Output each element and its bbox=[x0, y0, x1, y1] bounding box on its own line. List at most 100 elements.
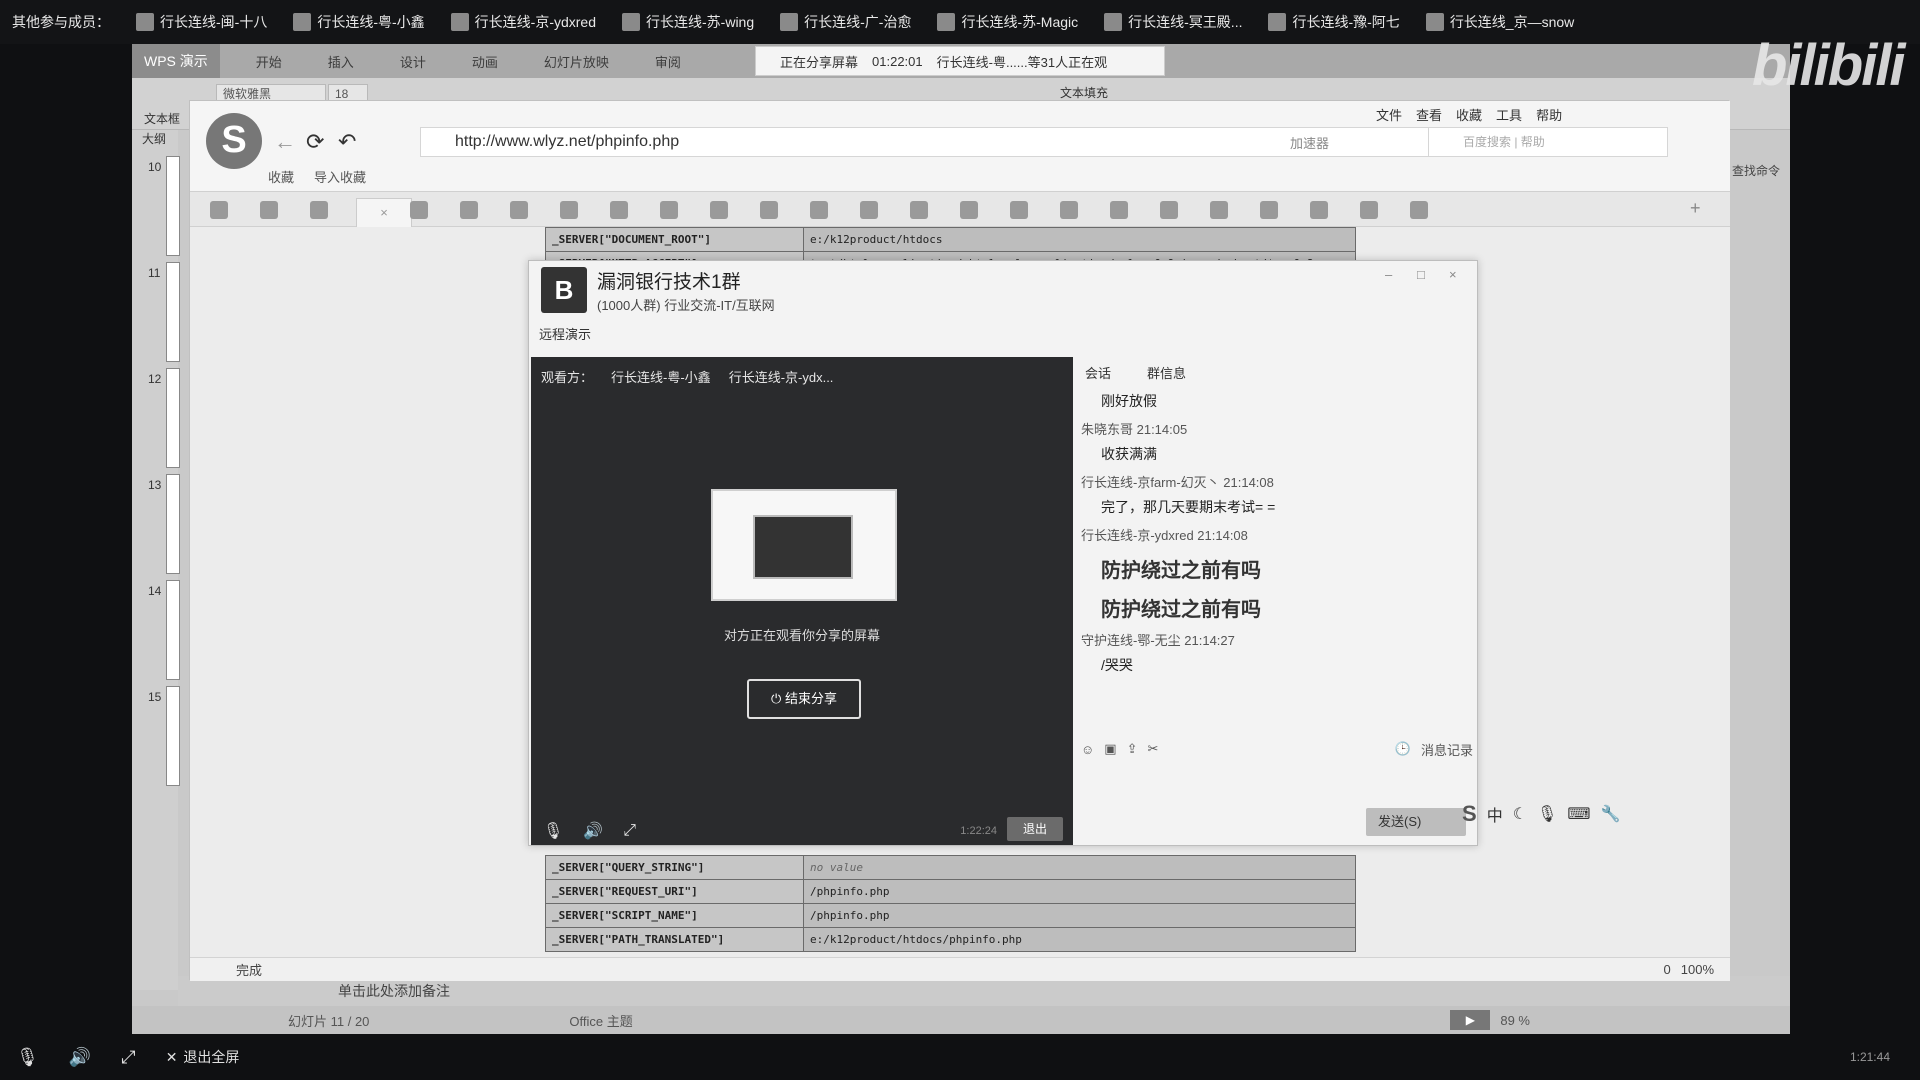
tab-icon[interactable] bbox=[1010, 201, 1028, 219]
remote-demo-menu[interactable]: 远程演示 bbox=[539, 324, 591, 343]
tab-icon[interactable] bbox=[1160, 201, 1178, 219]
text-fill-button[interactable]: 文本填充 bbox=[1060, 84, 1108, 101]
mic-icon[interactable]: 🎙 bbox=[16, 1047, 39, 1068]
wps-app-menu[interactable]: WPS 演示 bbox=[132, 44, 220, 78]
moon-icon[interactable]: ☾ bbox=[1513, 804, 1527, 824]
preview-inner bbox=[753, 515, 853, 579]
slide-thumb[interactable] bbox=[166, 156, 180, 256]
menu-favorites[interactable]: 收藏 bbox=[1456, 105, 1482, 124]
slide-thumb[interactable] bbox=[166, 474, 180, 574]
tab-animation[interactable]: 动画 bbox=[472, 52, 498, 71]
tab-review[interactable]: 审阅 bbox=[655, 52, 681, 71]
tab-icon[interactable] bbox=[1110, 201, 1128, 219]
participant-item[interactable]: 行长连线-苏-wing bbox=[622, 12, 754, 32]
participant-item[interactable]: 行长连线-豫-阿七 bbox=[1268, 12, 1400, 32]
chat-toolbar: ☺ ▣ ⇪ ✂ 🕒 消息记录 bbox=[1081, 737, 1473, 761]
page-zoom[interactable]: 100% bbox=[1681, 962, 1714, 977]
tab-icon[interactable] bbox=[560, 201, 578, 219]
tab-icon[interactable] bbox=[310, 201, 328, 219]
send-button[interactable]: 发送(S) bbox=[1366, 808, 1466, 836]
slide-thumb[interactable] bbox=[166, 262, 180, 362]
maximize-icon[interactable]: □ bbox=[1417, 267, 1425, 282]
tab-icon[interactable] bbox=[460, 201, 478, 219]
server-var-value: no value bbox=[803, 855, 1356, 880]
tab-icon[interactable] bbox=[960, 201, 978, 219]
tab-icon[interactable] bbox=[1360, 201, 1378, 219]
sogou-ime-icon[interactable]: S bbox=[1462, 801, 1477, 827]
chinese-mode-icon[interactable]: 中 bbox=[1487, 802, 1503, 826]
participant-item[interactable]: 行长连线-广-治愈 bbox=[780, 12, 911, 32]
mic-icon[interactable]: 🎙 bbox=[543, 821, 563, 841]
chat-panel: 会话 群信息 刚好放假 朱晓东哥 21:14:05 收获满满 行长连线-京far… bbox=[1075, 357, 1477, 845]
speaker-icon[interactable]: 🔊 bbox=[583, 821, 603, 841]
slideshow-play-icon[interactable]: ▶ bbox=[1450, 1010, 1491, 1030]
slide-thumb[interactable] bbox=[166, 686, 180, 786]
tab-conversation[interactable]: 会话 bbox=[1085, 363, 1111, 382]
tab-design[interactable]: 设计 bbox=[400, 52, 426, 71]
menu-view[interactable]: 查看 bbox=[1416, 105, 1442, 124]
bookmark-bar: 收藏 导入收藏 bbox=[268, 167, 366, 186]
smile-icon[interactable]: ☺ bbox=[1081, 742, 1094, 757]
participant-item[interactable]: 行长连线-粤-小鑫 bbox=[293, 12, 425, 32]
tab-icon[interactable] bbox=[1410, 201, 1428, 219]
tab-icon[interactable] bbox=[710, 201, 728, 219]
keyboard-icon[interactable]: ⌨ bbox=[1567, 804, 1590, 824]
bookmark-favorites[interactable]: 收藏 bbox=[268, 167, 294, 186]
tab-icon[interactable] bbox=[510, 201, 528, 219]
scissors-icon[interactable]: ✂ bbox=[1147, 741, 1158, 757]
close-icon[interactable]: × bbox=[1449, 267, 1457, 282]
speaker-icon[interactable]: 🔊 bbox=[69, 1047, 91, 1068]
tab-home[interactable]: 开始 bbox=[256, 52, 282, 71]
menu-tools[interactable]: 工具 bbox=[1496, 105, 1522, 124]
avatar-icon bbox=[622, 13, 641, 31]
tab-icon[interactable] bbox=[1310, 201, 1328, 219]
mic-icon[interactable]: 🎙 bbox=[1537, 804, 1557, 824]
minimize-icon[interactable]: – bbox=[1385, 267, 1392, 282]
tab-icon[interactable] bbox=[760, 201, 778, 219]
participant-item[interactable]: 行长连线_京—snow bbox=[1425, 12, 1574, 32]
tab-icon[interactable] bbox=[660, 201, 678, 219]
refresh-icon[interactable]: ⟳ bbox=[306, 129, 324, 155]
slide-thumb[interactable] bbox=[166, 580, 180, 680]
accelerator-button[interactable]: 加速器 bbox=[1290, 133, 1329, 152]
tab-icon[interactable] bbox=[810, 201, 828, 219]
bookmark-import[interactable]: 导入收藏 bbox=[314, 167, 366, 186]
participant-item[interactable]: 行长连线-苏-Magic bbox=[937, 12, 1078, 32]
tab-icon[interactable] bbox=[1260, 201, 1278, 219]
back-icon[interactable]: ← bbox=[274, 129, 296, 155]
menu-help[interactable]: 帮助 bbox=[1536, 105, 1562, 124]
tab-icon[interactable] bbox=[410, 201, 428, 219]
participant-item[interactable]: 行长连线-闽-十八 bbox=[136, 12, 267, 32]
new-tab-icon[interactable]: + bbox=[1690, 198, 1701, 219]
upload-icon[interactable]: ⇪ bbox=[1127, 741, 1138, 757]
search-input[interactable]: 百度搜索 | 帮助 bbox=[1428, 127, 1668, 157]
outline-tab[interactable]: 大纲 bbox=[142, 130, 166, 147]
undo-icon[interactable]: ↶ bbox=[338, 129, 356, 155]
participant-item[interactable]: 行长连线-京-ydxred bbox=[450, 12, 596, 32]
participants-label: 其他参与成员： bbox=[12, 14, 110, 30]
message-text: /哭哭 bbox=[1101, 657, 1133, 673]
camera-off-icon[interactable]: ⤢ bbox=[121, 1047, 135, 1068]
tab-insert[interactable]: 插入 bbox=[328, 52, 354, 71]
tab-icon[interactable] bbox=[910, 201, 928, 219]
tab-icon[interactable] bbox=[260, 201, 278, 219]
tab-icon[interactable] bbox=[860, 201, 878, 219]
exit-button[interactable]: 退出 bbox=[1007, 817, 1063, 841]
tab-slideshow[interactable]: 幻灯片放映 bbox=[544, 52, 609, 71]
wrench-icon[interactable]: 🔧 bbox=[1600, 804, 1620, 824]
active-tab-close-icon[interactable]: × bbox=[356, 198, 412, 228]
camera-off-icon[interactable]: ⤢ bbox=[623, 822, 636, 840]
message-history-button[interactable]: 消息记录 bbox=[1421, 740, 1473, 759]
tab-group-info[interactable]: 群信息 bbox=[1147, 363, 1186, 382]
message-meta: 朱晓东哥 21:14:05 bbox=[1081, 422, 1188, 437]
menu-file[interactable]: 文件 bbox=[1376, 105, 1402, 124]
end-share-button[interactable]: ⏻ 结束分享 bbox=[747, 679, 861, 719]
tab-icon[interactable] bbox=[610, 201, 628, 219]
participant-item[interactable]: 行长连线-冥王殿... bbox=[1104, 12, 1242, 32]
image-icon[interactable]: ▣ bbox=[1104, 741, 1116, 757]
tab-icon[interactable] bbox=[1060, 201, 1078, 219]
home-tab-icon[interactable] bbox=[210, 201, 228, 219]
exit-fullscreen-button[interactable]: ✕ 退出全屏 bbox=[166, 1047, 240, 1067]
slide-thumb[interactable] bbox=[166, 368, 180, 468]
tab-icon[interactable] bbox=[1210, 201, 1228, 219]
